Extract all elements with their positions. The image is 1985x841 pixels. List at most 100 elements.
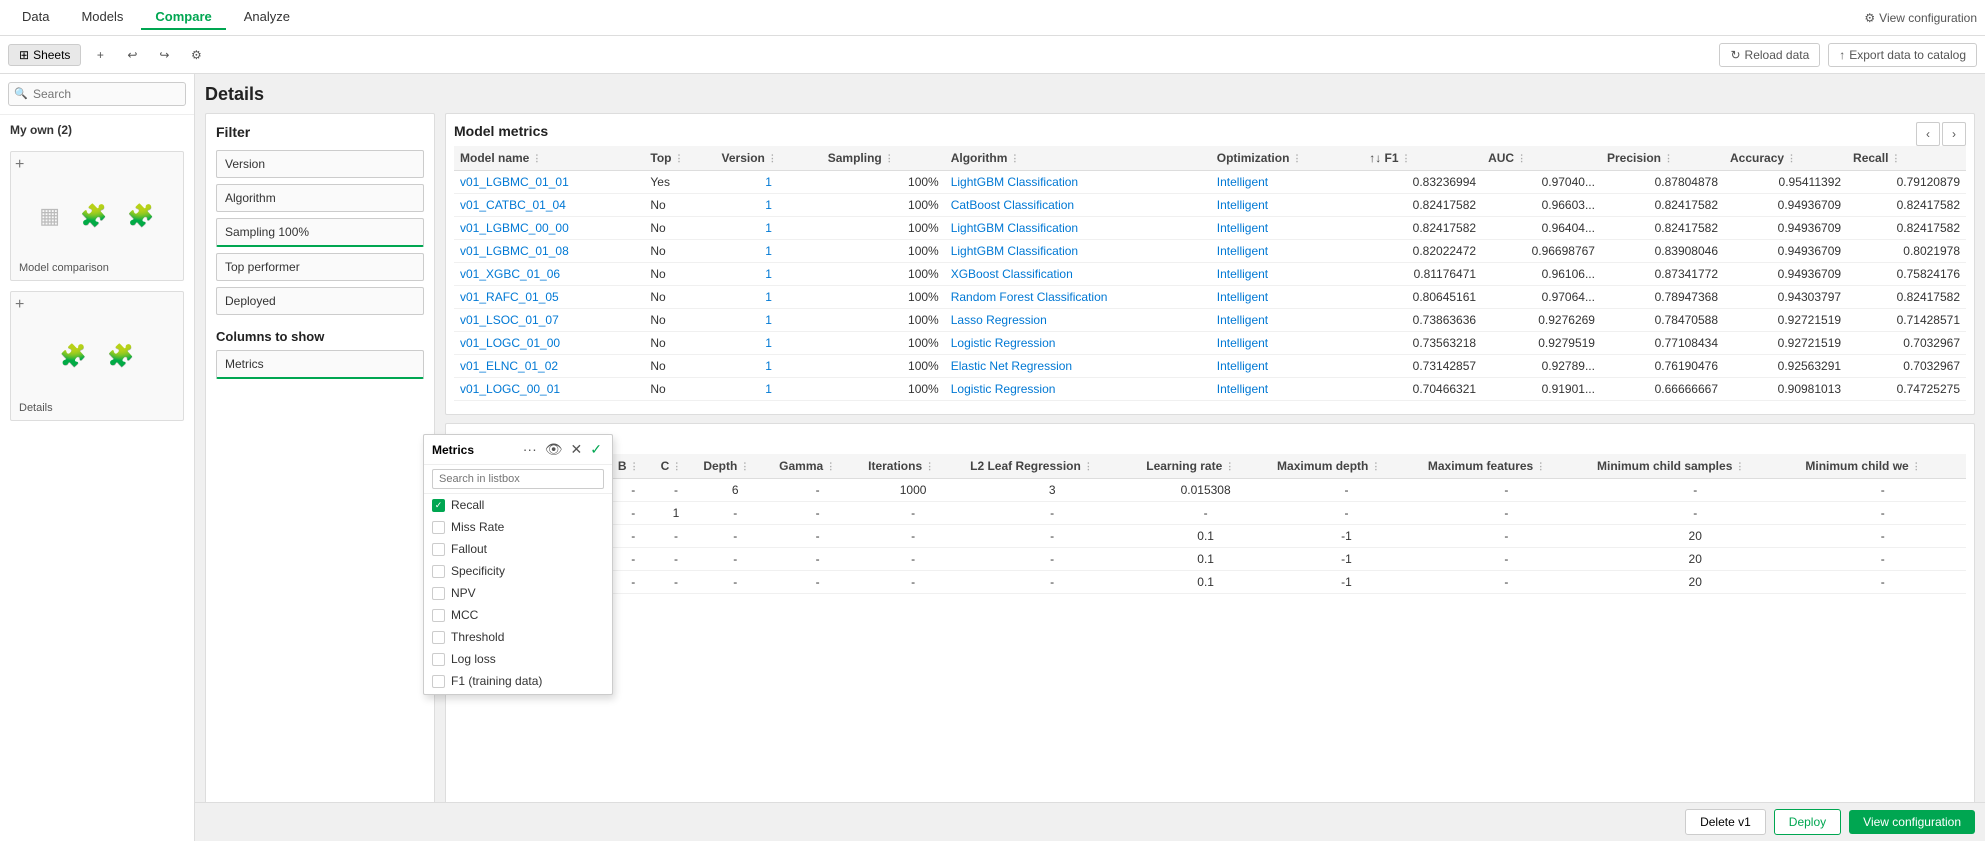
col-model-name[interactable]: Model name⋮ — [454, 146, 644, 171]
cell-algorithm[interactable]: Random Forest Classification — [945, 286, 1211, 309]
settings-button[interactable]: ⚙ — [183, 42, 209, 68]
hyp-col-maxdepth[interactable]: Maximum depth⋮ — [1271, 454, 1422, 479]
col-sort-icon[interactable]: ⋮ — [1010, 153, 1019, 164]
filter-deployed[interactable]: Deployed — [216, 287, 424, 315]
col-version[interactable]: Version⋮ — [716, 146, 822, 171]
cell-algorithm[interactable]: Logistic Regression — [945, 378, 1211, 401]
hyp-col-c[interactable]: C⋮ — [655, 454, 698, 479]
filter-top-performer[interactable]: Top performer — [216, 253, 424, 281]
hyp-col-minchild[interactable]: Minimum child samples⋮ — [1591, 454, 1799, 479]
col-sort-icon[interactable]: ⋮ — [1891, 153, 1900, 164]
checkbox-icon[interactable] — [432, 675, 445, 688]
col-accuracy[interactable]: Accuracy⋮ — [1724, 146, 1847, 171]
hyp-col-l2[interactable]: L2 Leaf Regression⋮ — [964, 454, 1140, 479]
col-sort-icon[interactable]: ⋮ — [1292, 153, 1301, 164]
cell-optimization[interactable]: Intelligent — [1211, 355, 1363, 378]
cell-model-name[interactable]: v01_ELNC_01_02 — [454, 355, 644, 378]
cell-model-name[interactable]: v01_CATBC_01_04 — [454, 194, 644, 217]
metrics-eye-button[interactable]: 👁 — [543, 439, 565, 460]
nav-tab-data[interactable]: Data — [8, 5, 63, 30]
search-input[interactable] — [8, 82, 186, 106]
col-sort-icon[interactable]: ⋮ — [768, 153, 777, 164]
col-auc[interactable]: AUC⋮ — [1482, 146, 1601, 171]
nav-tab-compare[interactable]: Compare — [141, 5, 225, 30]
list-item[interactable]: Miss Rate — [424, 516, 612, 538]
export-button[interactable]: ↑ Export data to catalog — [1828, 43, 1977, 67]
prev-arrow[interactable]: ‹ — [1916, 122, 1940, 146]
redo-button[interactable]: ↪ — [151, 42, 177, 68]
cell-optimization[interactable]: Intelligent — [1211, 217, 1363, 240]
delete-button[interactable]: Delete v1 — [1685, 809, 1766, 835]
checkbox-icon[interactable] — [432, 521, 445, 534]
cell-algorithm[interactable]: LightGBM Classification — [945, 240, 1211, 263]
metrics-confirm-button[interactable]: ✓ — [588, 439, 604, 460]
cell-algorithm[interactable]: LightGBM Classification — [945, 171, 1211, 194]
cell-optimization[interactable]: Intelligent — [1211, 263, 1363, 286]
cell-model-name[interactable]: v01_LGBMC_01_08 — [454, 240, 644, 263]
cell-model-name[interactable]: v01_LOGC_00_01 — [454, 378, 644, 401]
cell-algorithm[interactable]: Gaussian Naive Bayes — [945, 401, 1211, 407]
cell-optimization[interactable]: Intelligent — [1211, 240, 1363, 263]
col-sort-icon[interactable]: ⋮ — [1517, 153, 1526, 164]
col-sort-icon[interactable]: ⋮ — [1787, 153, 1796, 164]
checkbox-icon[interactable] — [432, 609, 445, 622]
deploy-button[interactable]: Deploy — [1774, 809, 1841, 835]
checkbox-icon[interactable]: ✓ — [432, 499, 445, 512]
hyp-col-b[interactable]: B⋮ — [612, 454, 655, 479]
col-sort-icon[interactable]: ⋮ — [885, 153, 894, 164]
cell-model-name[interactable]: v01_LGBMC_01_01 — [454, 171, 644, 194]
cell-algorithm[interactable]: CatBoost Classification — [945, 194, 1211, 217]
metrics-options-button[interactable]: ··· — [521, 439, 539, 460]
col-recall[interactable]: Recall⋮ — [1847, 146, 1966, 171]
list-item[interactable]: AUC (training data) — [424, 692, 612, 694]
cell-algorithm[interactable]: LightGBM Classification — [945, 217, 1211, 240]
col-top[interactable]: Top⋮ — [644, 146, 715, 171]
cell-optimization[interactable]: Intelligent — [1211, 401, 1363, 407]
list-item[interactable]: Fallout — [424, 538, 612, 560]
list-item[interactable]: Log loss — [424, 648, 612, 670]
reload-button[interactable]: ↻ Reload data — [1719, 43, 1820, 67]
list-item[interactable]: NPV — [424, 582, 612, 604]
filter-algorithm[interactable]: Algorithm — [216, 184, 424, 212]
cell-optimization[interactable]: Intelligent — [1211, 378, 1363, 401]
columns-metrics[interactable]: Metrics — [216, 350, 424, 379]
filter-sampling[interactable]: Sampling 100% — [216, 218, 424, 247]
col-sort-icon[interactable]: ⋮ — [1664, 153, 1673, 164]
hyp-col-gamma[interactable]: Gamma⋮ — [773, 454, 862, 479]
undo-button[interactable]: ↩ — [119, 42, 145, 68]
thumb-action-icon[interactable]: + — [15, 156, 24, 174]
hyp-col-maxfeat[interactable]: Maximum features⋮ — [1422, 454, 1591, 479]
cell-model-name[interactable]: v01_LSOC_01_07 — [454, 309, 644, 332]
list-item[interactable]: MCC — [424, 604, 612, 626]
col-sort-icon[interactable]: ⋮ — [1402, 153, 1411, 164]
model-comparison-thumb[interactable]: + ▦ 🧩 🧩 Model comparison — [10, 151, 184, 281]
cell-model-name[interactable]: v01_RAFC_01_05 — [454, 286, 644, 309]
sheets-button[interactable]: ⊞ Sheets — [8, 44, 81, 66]
thumb-action-icon2[interactable]: + — [15, 296, 24, 314]
col-optimization[interactable]: Optimization⋮ — [1211, 146, 1363, 171]
col-sort-icon[interactable]: ⋮ — [532, 153, 541, 164]
cell-optimization[interactable]: Intelligent — [1211, 194, 1363, 217]
checkbox-icon[interactable] — [432, 543, 445, 556]
list-item[interactable]: Specificity — [424, 560, 612, 582]
cell-model-name[interactable]: v01_XGBC_01_06 — [454, 263, 644, 286]
list-item[interactable]: ✓ Recall — [424, 494, 612, 516]
col-algorithm[interactable]: Algorithm⋮ — [945, 146, 1211, 171]
nav-tab-analyze[interactable]: Analyze — [230, 5, 304, 30]
col-sort-icon[interactable]: ⋮ — [675, 153, 684, 164]
col-f1[interactable]: ↑↓ F1⋮ — [1363, 146, 1482, 171]
details-thumb[interactable]: + 🧩 🧩 Details — [10, 291, 184, 421]
hyp-col-minchildw[interactable]: Minimum child we⋮ — [1799, 454, 1966, 479]
cell-optimization[interactable]: Intelligent — [1211, 286, 1363, 309]
cell-algorithm[interactable]: Lasso Regression — [945, 309, 1211, 332]
cell-algorithm[interactable]: Elastic Net Regression — [945, 355, 1211, 378]
cell-algorithm[interactable]: XGBoost Classification — [945, 263, 1211, 286]
metrics-search-input[interactable] — [432, 469, 604, 489]
hyp-col-depth[interactable]: Depth⋮ — [697, 454, 773, 479]
cell-model-name[interactable]: v01_GNBC_01_03 — [454, 401, 644, 407]
nav-tab-models[interactable]: Models — [67, 5, 137, 30]
add-sheet-button[interactable]: + — [87, 42, 113, 68]
filter-version[interactable]: Version — [216, 150, 424, 178]
list-item[interactable]: Threshold — [424, 626, 612, 648]
cell-optimization[interactable]: Intelligent — [1211, 171, 1363, 194]
